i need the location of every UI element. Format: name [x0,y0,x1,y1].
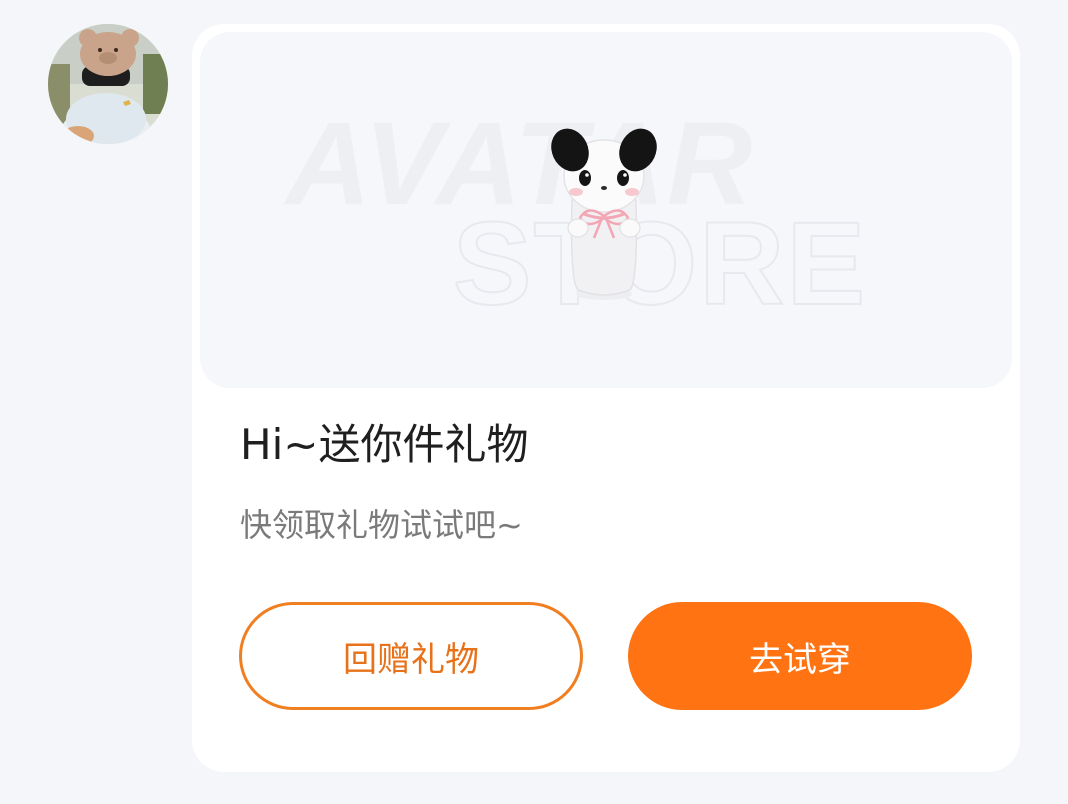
gift-subtitle: 快领取礼物试试吧~ [240,506,523,544]
try-on-button[interactable]: 去试穿 [628,602,972,710]
gift-title: Hi~送你件礼物 [240,420,529,469]
avatar-store-banner[interactable]: AVATAR STORE [200,32,1012,388]
gift-message-card: AVATAR STORE Hi~送你件礼物 快领取礼物试试吧~ 回赠礼物 去试穿 [192,24,1020,772]
sender-avatar[interactable] [48,24,168,144]
watermark-store: STORE [453,198,867,330]
return-gift-button[interactable]: 回赠礼物 [239,602,583,710]
